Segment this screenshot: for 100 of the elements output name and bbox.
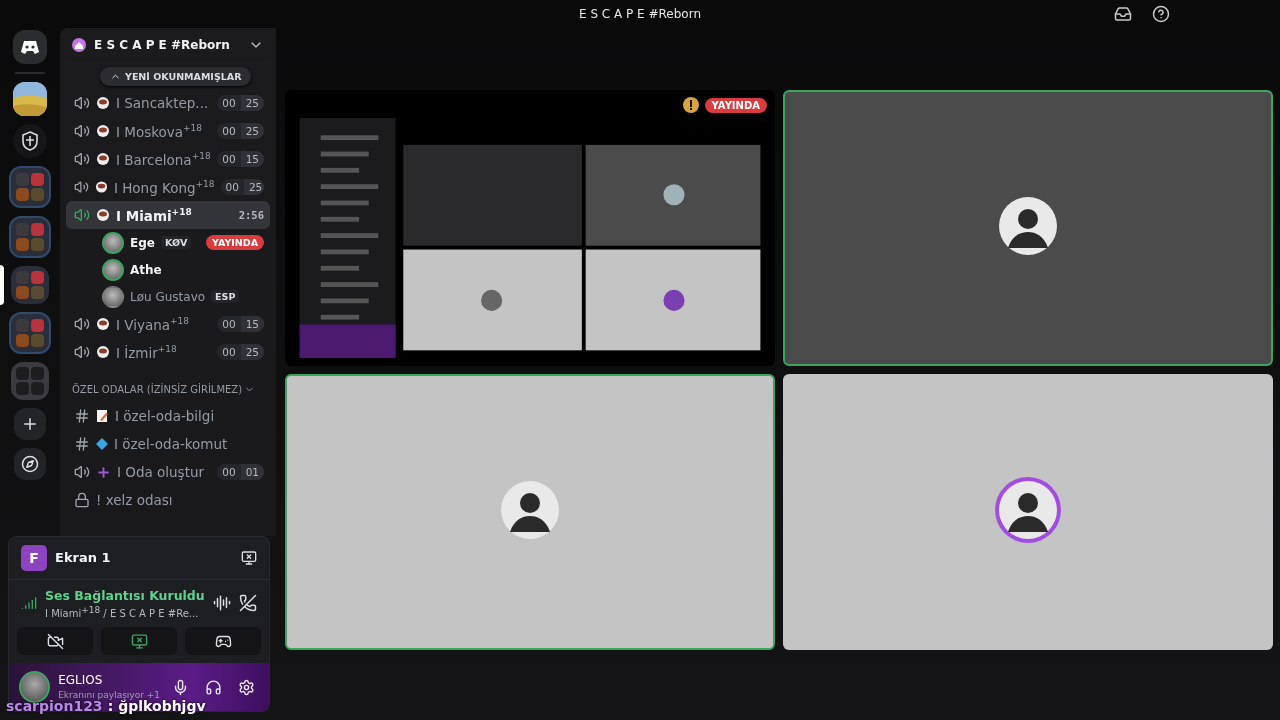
channel-name: I özel-oda-komut <box>114 436 229 452</box>
channel-name: I Viyana$^{+18}$ <box>116 315 191 333</box>
warning-icon <box>682 97 699 113</box>
plus-icon <box>21 415 39 433</box>
channel-item[interactable]: I özel-oda-komut <box>66 430 270 458</box>
speaker-icon <box>74 123 90 139</box>
live-badge: YAYINDA <box>704 97 767 113</box>
voice-status[interactable]: Ses Bağlantısı Kuruldu <box>45 587 205 603</box>
channel-item[interactable]: I özel-oda-bilgi <box>66 402 270 430</box>
user-count: 00 25 <box>217 344 264 360</box>
hash-icon <box>74 436 90 452</box>
speaker-icon <box>74 179 89 195</box>
user-status: Ekranını paylaşıyor +1 <box>58 689 160 700</box>
category-title[interactable]: ÖZEL ODALAR (İZİNSİZ GİRİLMEZ) <box>72 383 243 395</box>
stream-title: Ekran 1 <box>55 550 112 566</box>
channel-name: ! xelz odası <box>96 492 174 508</box>
window-title: E S C A P E #Reborn <box>579 7 701 21</box>
add-server-button[interactable] <box>14 408 46 440</box>
channel-item[interactable]: I Sancaktep... 00 25 <box>66 89 270 117</box>
member-avatar <box>102 285 124 308</box>
user-count: 00 15 <box>217 316 264 332</box>
folder-grid-icon <box>15 366 45 396</box>
video-tile[interactable] <box>783 374 1273 650</box>
member-avatar <box>102 258 124 281</box>
screen-share-button[interactable] <box>101 627 177 655</box>
user-name: EGLIOS <box>58 673 104 687</box>
channel-item[interactable]: I Viyana$^{+18}$ 00 15 <box>66 310 270 338</box>
server-icon[interactable] <box>13 82 47 116</box>
channel-name: I Barcelona$^{+18}$ <box>116 150 212 168</box>
channel-name: I İzmir$^{+18}$ <box>116 343 178 361</box>
server-icon[interactable] <box>13 124 47 158</box>
channel-name: I özel-oda-bilgi <box>115 408 216 424</box>
speaker-icon <box>74 464 90 480</box>
cup-icon <box>96 124 110 138</box>
cup-icon <box>96 317 110 331</box>
channel-item[interactable]: ! xelz odası <box>66 486 270 514</box>
voice-location[interactable]: I Miami$^{+18}$ / E S C A P E #Re... <box>45 604 205 619</box>
live-badge: YAYINDA <box>206 235 264 250</box>
disconnect-icon[interactable] <box>239 594 257 613</box>
selected-indicator <box>0 265 4 305</box>
member-name: Løu Gustavo <box>130 289 206 304</box>
plus-icon <box>96 464 111 480</box>
video-tile[interactable] <box>783 90 1273 366</box>
channel-name: I Oda oluştur <box>117 464 206 480</box>
note-icon <box>96 409 109 423</box>
video-tile[interactable]: YAYINDA <box>285 90 775 366</box>
video-tile[interactable] <box>285 374 775 650</box>
user-count: 00 25 <box>217 123 264 139</box>
lock-icon <box>74 492 90 508</box>
cup-icon <box>96 345 110 359</box>
camera-button[interactable] <box>17 627 93 655</box>
channel-item[interactable]: I Hong Kong$^{+18}$ 00 25 <box>66 173 270 201</box>
connection-icon <box>21 595 37 612</box>
discover-button[interactable] <box>14 448 46 480</box>
speaker-icon <box>74 316 90 332</box>
speaker-icon <box>74 207 90 223</box>
member-tag: ESP <box>211 290 240 303</box>
stop-stream-icon[interactable] <box>241 549 257 566</box>
cup-icon <box>96 152 110 166</box>
member-name: Ege <box>130 235 155 250</box>
member-tag: KØV <box>160 236 192 249</box>
channel-item[interactable]: I Moskova$^{+18}$ 00 25 <box>66 117 270 145</box>
chat-username: scarpion123 <box>6 698 103 714</box>
server-folder[interactable] <box>9 312 51 354</box>
speaker-icon <box>74 344 90 360</box>
server-folder[interactable] <box>9 166 51 208</box>
server-badge-icon <box>72 38 86 52</box>
home-button[interactable] <box>13 30 47 64</box>
inbox-icon[interactable] <box>1114 5 1132 23</box>
unread-button[interactable]: YENİ OKUNMAMIŞLAR <box>100 66 252 86</box>
compass-icon <box>21 455 39 473</box>
hash-icon <box>74 408 90 424</box>
speaker-icon <box>74 95 90 111</box>
server-folder[interactable] <box>9 216 51 258</box>
noise-icon[interactable] <box>213 594 231 613</box>
folder-icons-drawing <box>15 222 45 252</box>
user-count: 00 01 <box>217 464 264 480</box>
help-icon[interactable] <box>1152 5 1170 23</box>
controller-logo-icon <box>20 39 40 55</box>
channel-name: I Moskova$^{+18}$ <box>116 122 204 140</box>
camera-off-icon <box>46 632 64 650</box>
channel-item[interactable]: I İzmir$^{+18}$ 00 25 <box>66 338 270 366</box>
shield-icon <box>21 131 39 151</box>
member-name: Athe <box>130 262 162 277</box>
user-count: 00 25 <box>220 179 264 195</box>
speaker-icon <box>74 151 90 167</box>
cup-icon <box>96 96 110 110</box>
folder-icons-drawing <box>15 270 45 300</box>
folder-icons-drawing <box>15 318 45 348</box>
channel-item[interactable]: I Miami$^{+18}$ 2:56 <box>66 201 270 229</box>
activity-button[interactable] <box>185 627 261 655</box>
server-name: E S C A P E #Reborn <box>94 38 231 52</box>
folder-icons-drawing <box>15 172 45 202</box>
channel-item[interactable]: I Barcelona$^{+18}$ 00 15 <box>66 145 270 173</box>
channel-name: I Sancaktep... <box>116 95 210 111</box>
avatar <box>994 476 1062 544</box>
channel-name: I Hong Kong$^{+18}$ <box>113 178 215 196</box>
stream-avatar: F <box>21 544 47 571</box>
call-duration: 2:56 <box>238 209 264 221</box>
channel-item[interactable]: I Oda oluştur 00 01 <box>66 458 270 486</box>
